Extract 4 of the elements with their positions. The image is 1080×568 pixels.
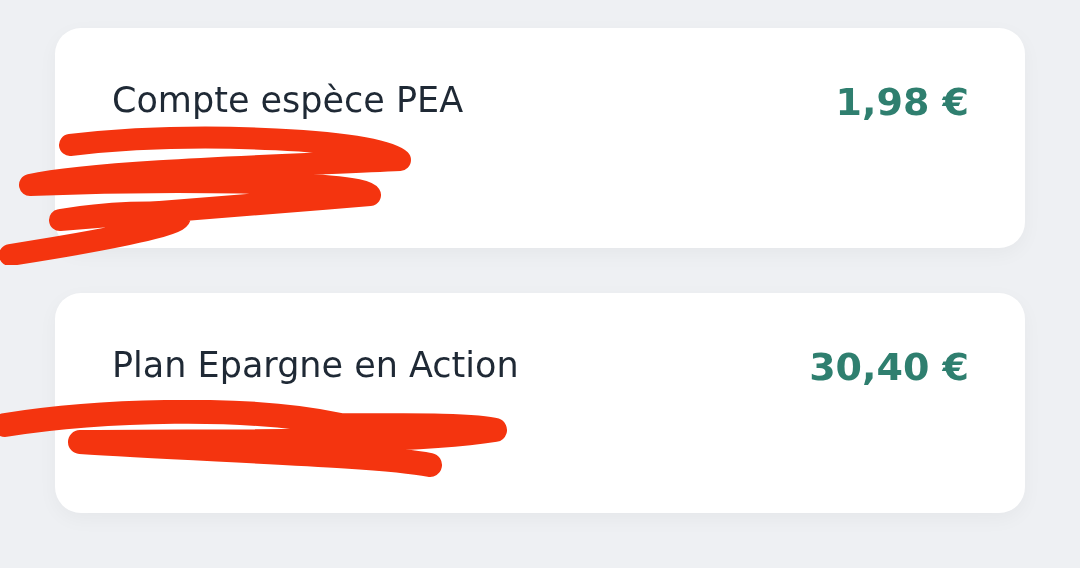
account-balance: 30,40 €	[809, 345, 969, 389]
account-balance: 1,98 €	[835, 80, 969, 124]
account-name: Plan Epargne en Action	[112, 345, 519, 385]
account-name: Compte espèce PEA	[112, 80, 464, 120]
